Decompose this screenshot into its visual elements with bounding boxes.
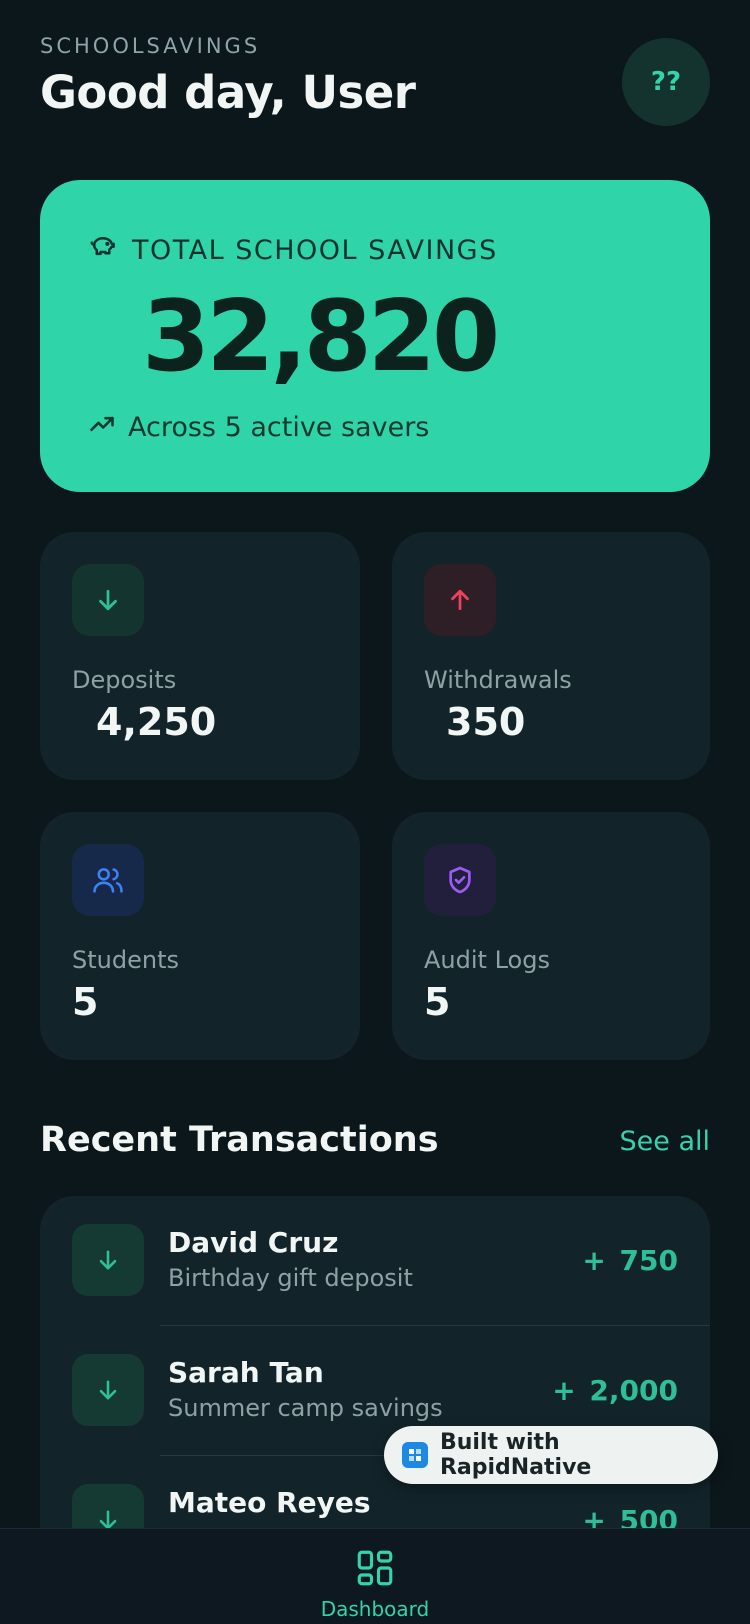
page-title: Good day, User: [40, 66, 416, 119]
section-title-recent-transactions: Recent Transactions: [40, 1120, 439, 1160]
stat-value: 5: [72, 980, 99, 1024]
transaction-description: Summer camp savings: [168, 1394, 443, 1422]
transaction-name: David Cruz: [168, 1226, 339, 1259]
trending-up-icon: [88, 410, 116, 445]
nav-item-dashboard[interactable]: Dashboard: [310, 1547, 440, 1621]
shield-check-icon: [424, 844, 496, 916]
total-savings-amount: 32,820: [142, 280, 500, 394]
arrow-up-icon: [424, 564, 496, 636]
transaction-name: Mateo Reyes: [168, 1486, 371, 1519]
transaction-name: Sarah Tan: [168, 1356, 324, 1389]
total-savings-label-row: TOTAL SCHOOL SAVINGS: [88, 232, 498, 269]
list-item[interactable]: David Cruz Birthday gift deposit + 750: [40, 1196, 710, 1326]
stat-card-audit-logs[interactable]: Audit Logs 5: [392, 812, 710, 1060]
total-savings-subtitle: Across 5 active savers: [128, 412, 430, 443]
built-with-badge[interactable]: Built with RapidNative: [384, 1426, 718, 1484]
transactions-list: David Cruz Birthday gift deposit + 750 S…: [40, 1196, 710, 1536]
app-name: SCHOOLSAVINGS: [40, 34, 261, 58]
stat-card-students[interactable]: Students 5: [40, 812, 360, 1060]
stat-value: 4,250: [96, 700, 217, 744]
transaction-description: Birthday gift deposit: [168, 1264, 413, 1292]
rapidnative-logo-icon: [402, 1442, 428, 1468]
stat-label: Deposits: [72, 666, 177, 694]
arrow-down-icon: [72, 564, 144, 636]
transaction-amount: + 750: [582, 1244, 678, 1277]
stat-value: 350: [446, 700, 526, 744]
users-icon: [72, 844, 144, 916]
see-all-link[interactable]: See all: [620, 1126, 711, 1157]
header: SCHOOLSAVINGS Good day, User ??: [40, 34, 710, 130]
stat-card-withdrawals[interactable]: Withdrawals 350: [392, 532, 710, 780]
stat-label: Audit Logs: [424, 946, 550, 974]
total-savings-label: TOTAL SCHOOL SAVINGS: [132, 235, 498, 266]
stat-value: 5: [424, 980, 451, 1024]
transaction-amount: + 2,000: [552, 1374, 678, 1407]
bottom-nav: Dashboard: [0, 1528, 750, 1624]
stat-card-deposits[interactable]: Deposits 4,250: [40, 532, 360, 780]
stat-label: Withdrawals: [424, 666, 572, 694]
avatar[interactable]: ??: [622, 38, 710, 126]
piggy-bank-icon: [88, 232, 118, 269]
stat-label: Students: [72, 946, 179, 974]
arrow-down-icon: [72, 1224, 144, 1296]
dashboard-icon: [354, 1550, 396, 1593]
total-savings-subtitle-row: Across 5 active savers: [88, 410, 429, 445]
arrow-down-icon: [72, 1354, 144, 1426]
nav-label-dashboard: Dashboard: [320, 1597, 430, 1621]
total-savings-card: TOTAL SCHOOL SAVINGS 32,820 Across 5 act…: [40, 180, 710, 492]
built-with-text: Built with RapidNative: [439, 1430, 592, 1480]
